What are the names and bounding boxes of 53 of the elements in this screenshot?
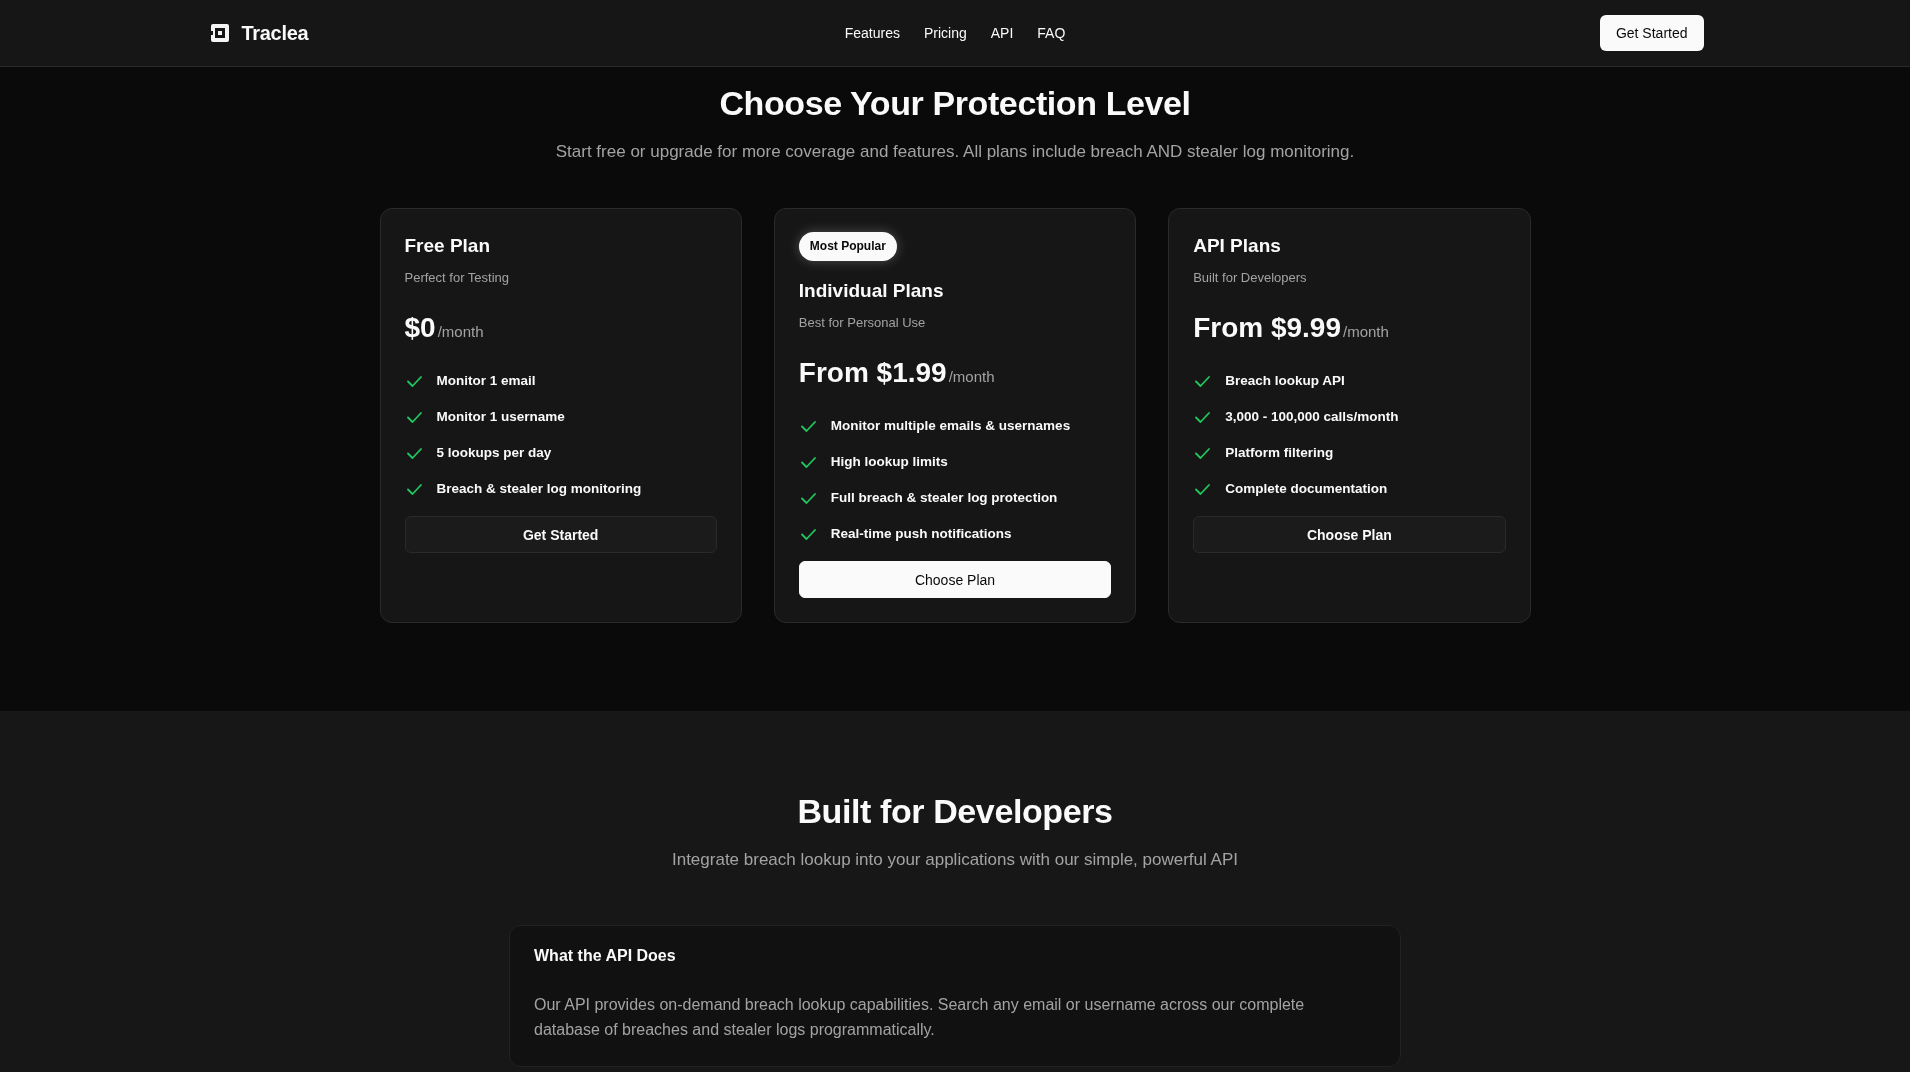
plan-feature: 5 lookups per day [436,444,552,462]
nav-link[interactable]: Features [844,25,900,41]
section-subtitle: Integrate breach lookup into your applications with our simple, powerful API [670,849,1239,871]
price-amount: From $1.99 [798,356,947,390]
nav-link[interactable]: FAQ [1037,25,1066,41]
get-started-button[interactable]: Get Started [1599,15,1704,51]
plan-feature: Breach & stealer log monitoring [436,480,642,498]
plan-feature: Complete documentation [1225,480,1388,498]
check-icon [406,447,422,459]
card-heading: What the API Does [534,946,677,966]
popular-badge: Most Popular [798,232,897,261]
check-icon [406,411,422,423]
section-title: Built for Developers [796,791,1114,831]
plan-feature: Full breach & stealer log protection [830,489,1058,507]
brand-name[interactable]: Traclea [241,21,309,45]
plan-button[interactable]: Choose Plan [1193,516,1506,553]
plan-button[interactable]: Get Started [404,516,717,553]
logo-icon [210,24,229,42]
plan-feature: High lookup limits [830,453,948,471]
nav-link[interactable]: Pricing [923,25,967,41]
plan-feature: 3,000 - 100,000 calls/month [1225,408,1399,426]
plan-feature: Monitor 1 username [436,408,565,426]
plan-name: Individual Plans [798,279,944,303]
plan-tagline: Perfect for Testing [404,269,510,287]
price-amount: $0 [404,311,436,345]
plan-name: Free Plan [404,234,491,258]
plan-feature: Monitor multiple emails & usernames [830,417,1071,435]
check-icon [1195,483,1211,495]
check-icon [1195,411,1211,423]
section-subtitle: Start free or upgrade for more coverage and features. All plans include breach AND stealer log monitoring. [554,141,1356,163]
nav-link[interactable]: API [990,25,1014,41]
plan-tagline: Best for Personal Use [798,314,926,332]
price-amount: From $9.99 [1193,311,1341,345]
section-title: Choose Your Protection Level [718,83,1192,123]
check-icon [1195,375,1211,387]
check-icon [1195,447,1211,459]
card-body: Our API provides on-demand breach lookup capabilities. Search any email or username across our complete database of breaches and stealer logs programmatically. [534,995,1306,1040]
plan-feature: Monitor 1 email [436,372,536,390]
plan-tagline: Built for Developers [1193,269,1307,287]
check-icon [800,492,816,504]
check-icon [800,456,816,468]
check-icon [406,483,422,495]
price-period: /month [1343,323,1389,340]
check-icon [800,420,816,432]
price-period: /month [948,368,995,385]
plan-button[interactable]: Choose Plan [798,561,1112,598]
check-icon [406,375,422,387]
price-period: /month [437,323,484,340]
plan-feature: Platform filtering [1225,444,1334,462]
check-icon [800,528,816,540]
plan-feature: Breach lookup API [1225,372,1345,390]
plan-name: API Plans [1193,234,1281,258]
plan-feature: Real-time push notifications [830,525,1012,543]
